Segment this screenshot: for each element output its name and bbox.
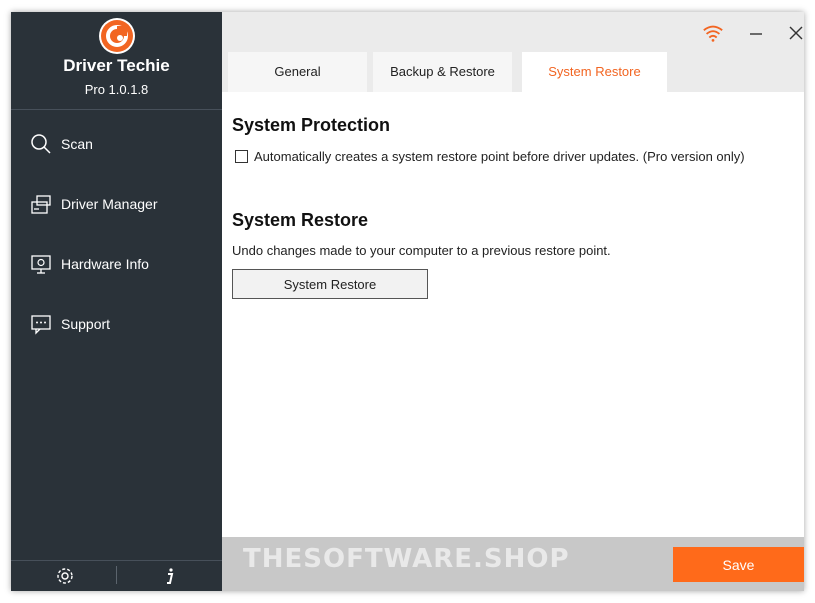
title-bar [222, 12, 804, 52]
driver-manager-icon [29, 192, 53, 216]
sidebar-item-label: Support [61, 316, 111, 332]
search-icon [29, 132, 53, 156]
app-version: Pro 1.0.1.8 [84, 82, 149, 97]
system-protection-heading: System Protection [232, 115, 391, 135]
sidebar-footer-divider [11, 560, 222, 561]
main-content: System Protection Automatically creates … [222, 92, 804, 537]
info-icon[interactable] [158, 564, 182, 588]
app-window: Driver Techie Pro 1.0.1.8 Scan Driver Ma… [11, 12, 804, 591]
restore-point-checkbox-label: Automatically creates a system restore p… [254, 149, 745, 164]
save-button[interactable]: Save [673, 547, 804, 582]
support-chat-icon [29, 312, 53, 336]
tab-bar: General Backup & Restore System Restore [222, 52, 804, 92]
sidebar-item-support[interactable]: Support [29, 310, 219, 338]
close-icon[interactable] [785, 22, 804, 44]
sidebar-divider [11, 109, 222, 110]
sidebar-item-label: Scan [61, 136, 93, 152]
system-restore-description: Undo changes made to your computer to a … [232, 243, 611, 258]
sidebar-item-label: Driver Manager [61, 196, 158, 212]
sidebar: Driver Techie Pro 1.0.1.8 Scan Driver Ma… [11, 12, 222, 591]
app-logo-icon [98, 18, 135, 54]
monitor-icon [29, 252, 53, 276]
tab-general[interactable]: General [228, 52, 367, 92]
sidebar-item-driver-manager[interactable]: Driver Manager [29, 190, 219, 218]
restore-point-checkbox[interactable] [235, 150, 248, 163]
tab-system-restore[interactable]: System Restore [522, 52, 667, 92]
tab-backup-restore[interactable]: Backup & Restore [373, 52, 512, 92]
footer-separator [116, 566, 117, 584]
footer-bar: THESOFTWARE.SHOP Save [222, 537, 804, 591]
watermark: THESOFTWARE.SHOP [243, 544, 570, 574]
protection-option: Automatically creates a system restore p… [235, 149, 745, 164]
app-title: Driver Techie [63, 56, 170, 75]
sidebar-item-label: Hardware Info [61, 256, 149, 272]
sidebar-item-hardware-info[interactable]: Hardware Info [29, 250, 219, 278]
minimize-icon[interactable] [745, 22, 767, 44]
logo-area [11, 18, 222, 54]
wifi-icon [702, 22, 724, 44]
system-restore-button[interactable]: System Restore [232, 269, 428, 299]
sidebar-item-scan[interactable]: Scan [29, 130, 219, 158]
gear-icon[interactable] [53, 564, 77, 588]
system-restore-heading: System Restore [232, 210, 369, 230]
